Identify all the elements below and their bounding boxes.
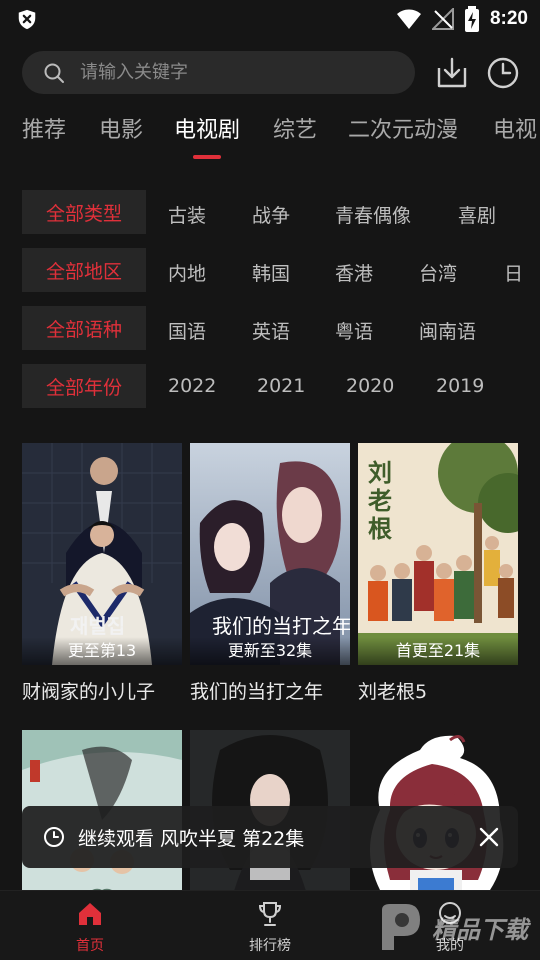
poster-image: 我们的当打之年 更新至32集 xyxy=(190,443,350,665)
filter-option[interactable]: 2019 xyxy=(436,375,484,397)
filter-option[interactable]: 闽南语 xyxy=(419,317,476,344)
continue-watching-text: 继续观看 风吹半夏 第22集 xyxy=(78,828,305,850)
download-icon[interactable] xyxy=(433,54,471,92)
status-bar: 8:20 xyxy=(0,0,540,36)
svg-text:老: 老 xyxy=(368,486,392,515)
filter-option[interactable]: 香港 xyxy=(335,259,373,286)
tab-recommend[interactable]: 推荐 xyxy=(22,112,66,144)
filter-option[interactable]: 日 xyxy=(504,259,523,286)
search-icon xyxy=(44,63,64,83)
filter-option[interactable]: 2022 xyxy=(168,375,216,397)
filter-region-selected[interactable]: 全部地区 xyxy=(22,248,146,292)
filter-option[interactable]: 2020 xyxy=(346,375,394,397)
watermark-logo-icon xyxy=(382,904,420,950)
episode-badge: 更新至32集 xyxy=(190,637,350,665)
tab-anime[interactable]: 二次元动漫 xyxy=(348,112,458,144)
watermark-text: 精品下载 xyxy=(432,916,528,944)
search-bar[interactable] xyxy=(22,51,415,94)
clock-icon xyxy=(44,827,64,847)
filter-option[interactable]: 2021 xyxy=(257,375,305,397)
svg-text:재벌집: 재벌집 xyxy=(70,614,125,638)
nav-ranking[interactable]: 排行榜 xyxy=(220,891,320,960)
no-signal-icon xyxy=(431,8,454,30)
history-icon[interactable] xyxy=(484,54,522,92)
nav-home[interactable]: 首页 xyxy=(40,891,140,960)
svg-text:根: 根 xyxy=(368,514,392,543)
filter-option[interactable]: 喜剧 xyxy=(458,201,496,228)
filter-row-language: 全部语种 国语 英语 粤语 闽南语 xyxy=(22,306,540,350)
shield-icon xyxy=(18,9,36,30)
home-icon xyxy=(79,903,101,925)
svg-text:我们的当打之年: 我们的当打之年 xyxy=(212,614,350,638)
filter-option[interactable]: 台湾 xyxy=(419,259,457,286)
active-tab-indicator xyxy=(193,155,221,159)
close-icon[interactable] xyxy=(476,824,502,850)
svg-text:刘: 刘 xyxy=(368,458,392,487)
nav-label: 排行榜 xyxy=(249,938,291,954)
drama-title: 我们的当打之年 xyxy=(190,681,324,703)
filter-option[interactable]: 战争 xyxy=(252,201,290,228)
drama-title: 刘老根5 xyxy=(358,681,428,703)
filter-option[interactable]: 古装 xyxy=(168,201,206,228)
tab-tv[interactable]: 电视 xyxy=(493,112,537,144)
episode-badge: 更至第13 xyxy=(22,637,182,665)
poster-image: 재벌집 更至第13 xyxy=(22,443,182,665)
tab-movie[interactable]: 电影 xyxy=(99,112,143,144)
filter-year-selected[interactable]: 全部年份 xyxy=(22,364,146,408)
battery-charging-icon xyxy=(464,6,479,32)
trophy-icon xyxy=(258,902,282,926)
filter-option[interactable]: 青春偶像 xyxy=(335,201,411,228)
filter-language-selected[interactable]: 全部语种 xyxy=(22,306,146,350)
nav-label: 首页 xyxy=(76,938,104,954)
filter-option[interactable]: 国语 xyxy=(168,317,206,344)
filter-option[interactable]: 英语 xyxy=(252,317,290,344)
filter-option[interactable]: 韩国 xyxy=(252,259,290,286)
status-time: 8:20 xyxy=(489,8,528,29)
filter-option[interactable]: 粤语 xyxy=(335,317,373,344)
filter-option[interactable]: 内地 xyxy=(168,259,206,286)
filter-row-type: 全部类型 古装 战争 青春偶像 喜剧 xyxy=(22,190,540,234)
drama-title: 财阀家的小儿子 xyxy=(22,681,156,703)
tab-variety[interactable]: 综艺 xyxy=(273,112,317,144)
tab-tv-series[interactable]: 电视剧 xyxy=(174,112,240,144)
search-input[interactable] xyxy=(80,51,400,94)
episode-badge: 首更至21集 xyxy=(358,637,518,665)
watermark: 精品下载 xyxy=(372,896,540,960)
filter-row-year: 全部年份 2022 2021 2020 2019 xyxy=(22,364,540,408)
wifi-icon xyxy=(396,9,421,29)
poster-image: 刘 老 根 首更至21集 xyxy=(358,443,518,665)
filter-type-selected[interactable]: 全部类型 xyxy=(22,190,146,234)
continue-watching-bar[interactable]: 继续观看 风吹半夏 第22集 xyxy=(22,806,518,868)
filter-row-region: 全部地区 内地 韩国 香港 台湾 日 xyxy=(22,248,540,292)
